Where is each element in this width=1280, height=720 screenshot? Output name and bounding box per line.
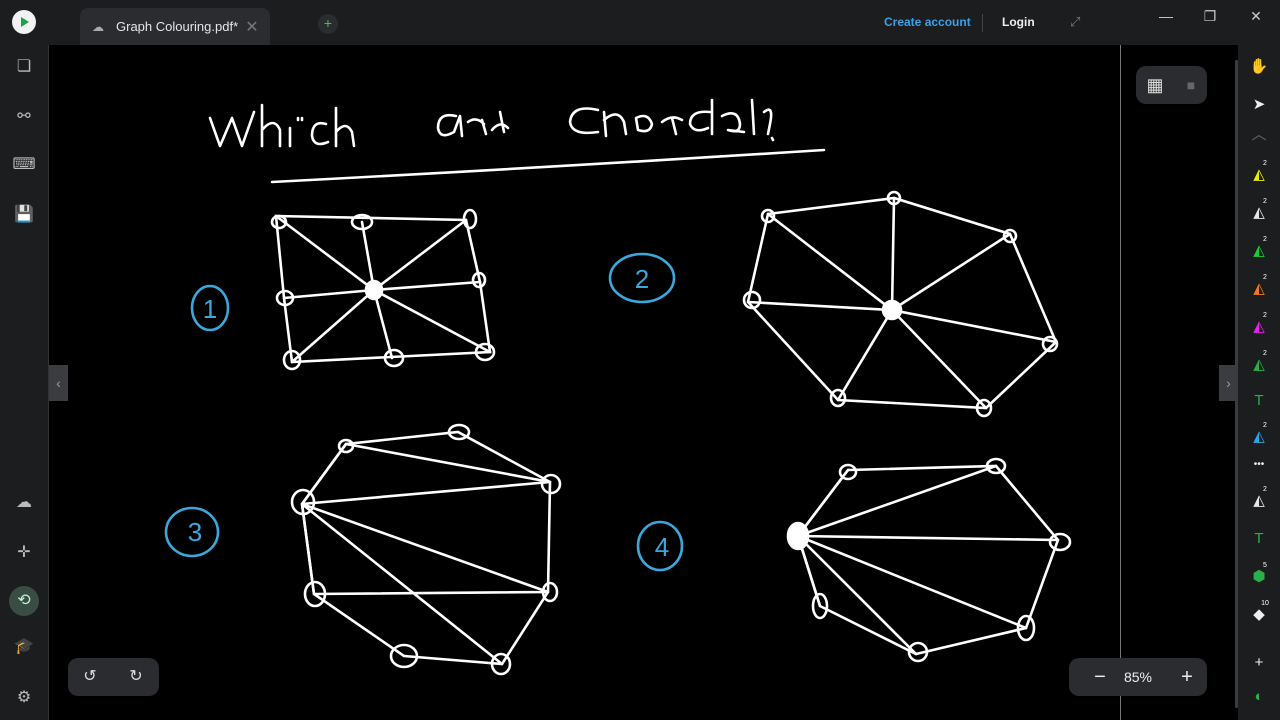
zoom-in-button[interactable]: +	[1175, 664, 1199, 690]
tool-count-badge: 2	[1263, 160, 1267, 167]
zoom-level[interactable]: 85%	[1119, 669, 1157, 685]
graph-label-2: 2	[635, 264, 649, 294]
zoom-out-button[interactable]: −	[1088, 664, 1112, 690]
close-window-icon[interactable]: ✕	[1246, 8, 1266, 25]
view-toggle: ▦ ■	[1136, 66, 1207, 104]
tool-count-badge: 5	[1263, 562, 1267, 569]
add-tool-icon[interactable]: +	[1249, 653, 1269, 673]
text-tool-icon[interactable]: T	[1249, 391, 1269, 411]
graph-label-3: 3	[188, 517, 202, 547]
graph-number-circles	[164, 252, 684, 572]
tool-count-badge: 2	[1263, 312, 1267, 319]
zoom-control: − 85% +	[1069, 658, 1207, 696]
more-tools-icon[interactable]: •••	[1249, 455, 1269, 475]
tool-count-badge: 2	[1263, 350, 1267, 357]
graph-2	[742, 190, 1059, 418]
tool-count-badge: 2	[1263, 422, 1267, 429]
right-toolbar: ✋ ➤ ︿ ◭ 2 ◭ 2 ◭ 2 ◭ 2 ◭ 2 ◭ 2 T ◭ 2 ••• ◭ 2 T ⬢ 5 ◆ 10 + ◐	[1238, 45, 1280, 720]
graphs-drawing: 1 2 3 4	[164, 190, 1072, 676]
app-switch-icon[interactable]: ◐	[1249, 687, 1269, 707]
tool-count-badge: 10	[1261, 600, 1269, 607]
collapse-up-icon[interactable]: ︿	[1249, 125, 1269, 145]
graph-3	[290, 423, 562, 676]
graph-label-1: 1	[203, 294, 217, 324]
tool-count-badge: 2	[1263, 236, 1267, 243]
pointer-tool-icon[interactable]: ➤	[1249, 95, 1269, 115]
graph-1	[270, 208, 496, 371]
tool-count-badge: 2	[1263, 486, 1267, 493]
grid-view-icon[interactable]: ▦	[1144, 74, 1166, 96]
text-tool-2-icon[interactable]: T	[1249, 529, 1269, 549]
single-view-icon[interactable]: ■	[1180, 74, 1202, 96]
hand-tool-icon[interactable]: ✋	[1249, 57, 1269, 77]
undo-icon[interactable]: ↺	[79, 666, 101, 688]
undo-redo-group: ↺ ↻	[68, 658, 159, 696]
prev-page-button[interactable]: ‹	[49, 365, 68, 401]
redo-icon[interactable]: ↻	[125, 666, 147, 688]
tool-count-badge: 2	[1263, 198, 1267, 205]
tool-count-badge: 2	[1263, 274, 1267, 281]
graph-label-4: 4	[655, 532, 669, 562]
graph-4	[786, 457, 1072, 663]
